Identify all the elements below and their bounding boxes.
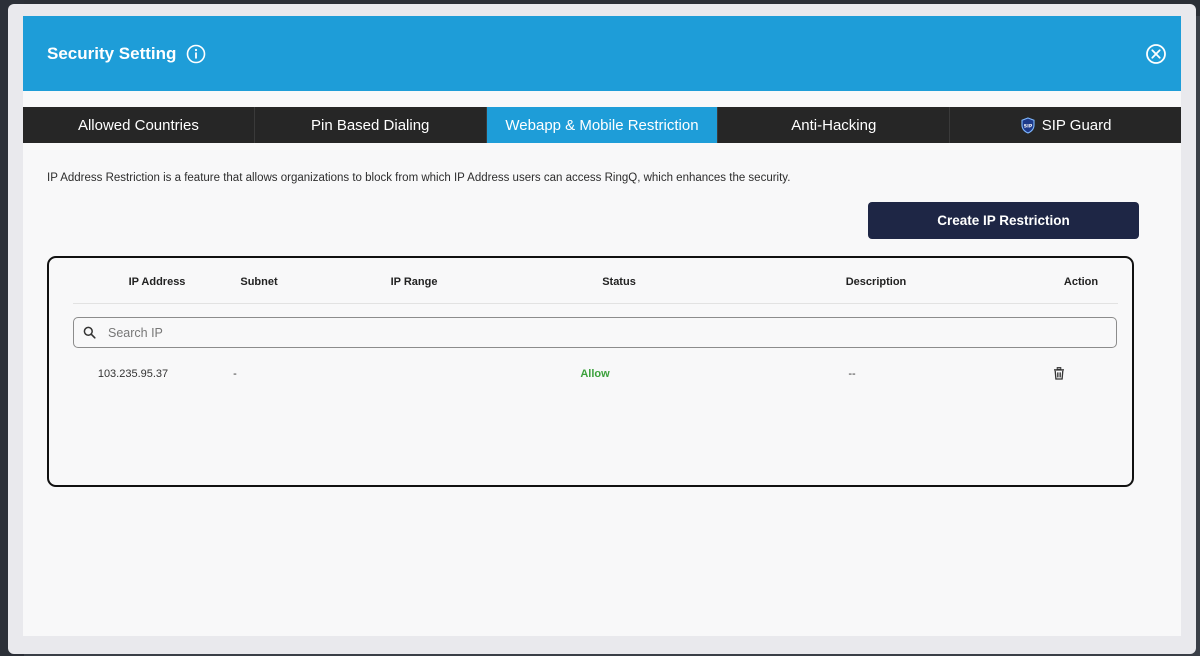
tab-label: Pin Based Dialing — [310, 116, 430, 134]
tab-label: Allowed Countries — [77, 116, 199, 134]
tab-anti-hacking[interactable]: Anti-Hacking — [718, 107, 951, 143]
column-status[interactable]: Status — [602, 276, 636, 288]
search-input[interactable] — [108, 325, 1088, 340]
modal-title: Security Setting — [47, 43, 177, 63]
tab-sip-guard[interactable]: SIP SIP Guard — [950, 107, 1181, 143]
ip-restriction-table: IP Address Subnet IP Range Status Descri… — [47, 256, 1134, 487]
column-subnet[interactable]: Subnet — [240, 276, 277, 288]
tab-bar: Allowed Countries Pin Based Dialing Weba… — [23, 107, 1181, 143]
tab-label: Webapp & Mobile Restriction — [505, 116, 699, 134]
svg-text:SIP: SIP — [1024, 123, 1033, 129]
info-icon[interactable] — [186, 44, 206, 64]
cell-subnet: - — [233, 368, 237, 380]
feature-description: IP Address Restriction is a feature that… — [47, 172, 791, 184]
column-ip-range[interactable]: IP Range — [391, 276, 438, 288]
table-header: IP Address Subnet IP Range Status Descri… — [73, 258, 1118, 304]
tab-label: Anti-Hacking — [791, 116, 877, 134]
tab-allowed-countries[interactable]: Allowed Countries — [23, 107, 255, 143]
tab-pin-based-dialing[interactable]: Pin Based Dialing — [254, 107, 487, 143]
tab-webapp-mobile-restriction[interactable]: Webapp & Mobile Restriction — [486, 107, 719, 143]
trash-icon[interactable] — [1053, 367, 1065, 380]
cell-ip-address: 103.235.95.37 — [97, 368, 169, 380]
shield-icon: SIP — [1020, 116, 1036, 134]
column-ip-address[interactable]: IP Address — [129, 276, 186, 288]
cell-description: -- — [848, 368, 856, 380]
tab-label: SIP Guard — [1041, 116, 1112, 134]
modal-content: Security Setting Allowed Countries Pin B… — [23, 16, 1181, 636]
column-action: Action — [1063, 276, 1099, 288]
close-icon[interactable] — [1145, 43, 1167, 65]
modal-header: Security Setting — [23, 16, 1181, 91]
search-field[interactable] — [73, 317, 1117, 348]
column-description[interactable]: Description — [846, 276, 907, 288]
create-ip-restriction-button[interactable]: Create IP Restriction — [868, 202, 1139, 239]
security-setting-modal: Security Setting Allowed Countries Pin B… — [8, 4, 1196, 654]
status-badge: Allow — [580, 368, 610, 380]
search-icon — [83, 326, 96, 339]
